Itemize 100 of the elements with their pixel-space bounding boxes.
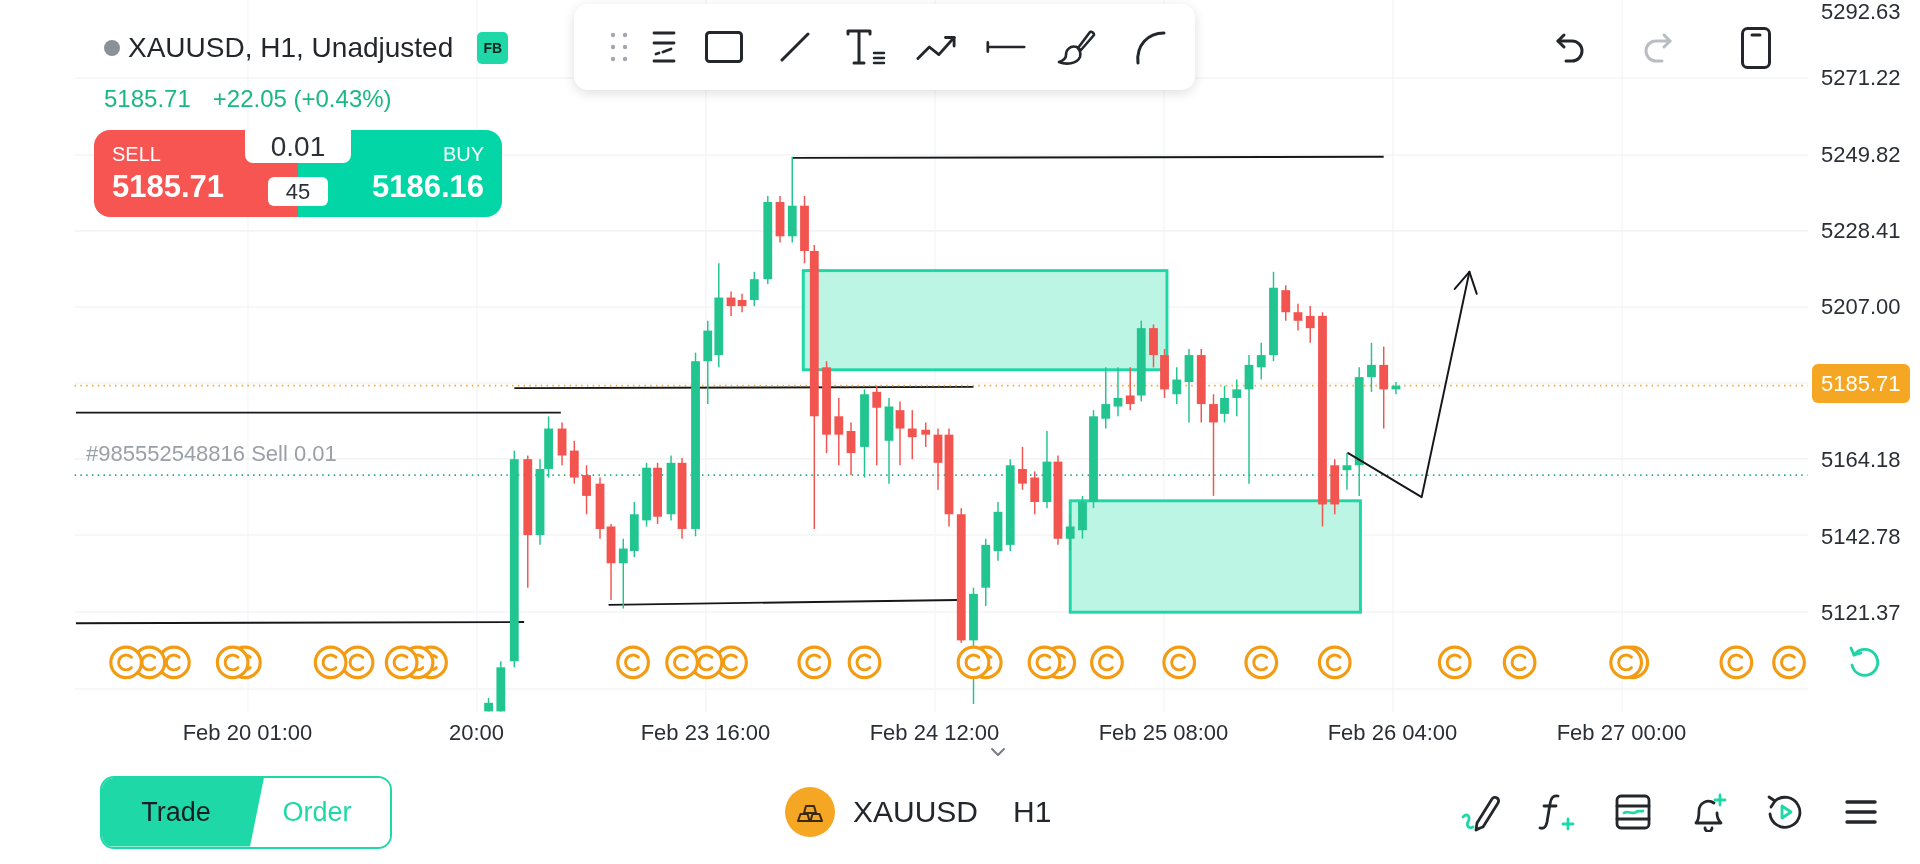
bearish-candle xyxy=(737,293,747,313)
rectangle-icon xyxy=(705,31,743,63)
bearish-candle xyxy=(1149,323,1158,369)
bearish-candle xyxy=(726,290,736,317)
circled-c-icon xyxy=(797,645,832,680)
bearish-candle xyxy=(834,397,844,466)
circled-c-icon xyxy=(1027,645,1062,680)
time-axis-label: 20:00 xyxy=(448,721,505,745)
bullish-candle xyxy=(1101,366,1111,430)
circular-arrow-icon xyxy=(1847,644,1881,679)
menu-icon xyxy=(1845,799,1877,825)
circled-c-icon xyxy=(384,645,419,680)
bullish-candle xyxy=(993,501,1003,562)
price-axis-label: 5142.78 xyxy=(1821,524,1901,549)
bullish-candle xyxy=(629,501,639,558)
bullish-candle xyxy=(642,462,651,528)
circled-c-icon xyxy=(847,645,882,680)
bearish-candle xyxy=(1330,458,1340,515)
circled-c-icon xyxy=(1090,645,1124,680)
price-axis-label: 5121.37 xyxy=(1821,600,1901,625)
bearish-candle xyxy=(1305,305,1315,344)
timeframe-label: H1 xyxy=(1013,794,1052,830)
symbol-title: XAUUSD, H1, Unadjusted xyxy=(128,31,454,65)
bearish-candle xyxy=(775,195,785,244)
price-axis-label: 5271.22 xyxy=(1821,66,1901,91)
bearish-candle xyxy=(1030,470,1040,515)
circled-c-icon xyxy=(1719,645,1754,680)
circled-c-icon xyxy=(1244,645,1279,680)
phone-icon xyxy=(1741,27,1771,69)
circled-c-icon xyxy=(1609,645,1644,680)
time-axis-label: Feb 23 16:00 xyxy=(640,721,771,745)
time-axis-label: Feb 26 04:00 xyxy=(1327,721,1458,745)
bullish-candle xyxy=(1172,366,1182,405)
bearish-candle xyxy=(653,462,662,525)
price-axis-label: 5292.63 xyxy=(1821,0,1901,24)
bullish-candle xyxy=(1367,342,1376,393)
bearish-candle xyxy=(1293,302,1303,332)
price-axis-label: 5207.00 xyxy=(1821,295,1901,320)
circled-c-icon xyxy=(616,645,650,680)
bearish-candle xyxy=(846,421,856,476)
text-icon xyxy=(846,29,886,65)
current-price-label: 5185.71 xyxy=(1812,364,1910,404)
bearish-candle xyxy=(569,440,579,485)
circled-c-icon xyxy=(1772,645,1806,680)
bullish-candle xyxy=(484,697,493,712)
price-axis-label: 5164.18 xyxy=(1821,448,1901,473)
horizontal-line-icon xyxy=(986,39,1026,55)
circled-c-icon xyxy=(109,645,143,680)
replay-icon xyxy=(1766,793,1804,831)
bullish-candle xyxy=(1078,495,1087,540)
bearish-candle xyxy=(895,400,905,466)
lines-icon xyxy=(652,31,676,63)
layout-icon xyxy=(1615,794,1651,830)
bullish-candle xyxy=(1391,381,1401,395)
bullish-candle xyxy=(666,454,676,522)
arc-icon xyxy=(1134,29,1166,65)
bullish-candle xyxy=(544,415,553,479)
circled-c-icon xyxy=(1437,645,1472,680)
circled-c-icon xyxy=(1502,645,1537,680)
bullish-candle xyxy=(1232,378,1242,418)
bullish-candle xyxy=(496,660,506,712)
time-axis-label: Feb 25 08:00 xyxy=(1098,721,1229,745)
bullish-candle xyxy=(1342,452,1352,491)
last-price: 5185.71 xyxy=(104,84,191,114)
price-change: +22.05 (+0.43%) xyxy=(212,84,392,114)
bullish-candle xyxy=(1113,366,1123,418)
bearish-candle xyxy=(1160,348,1169,399)
bearish-candle xyxy=(1018,446,1027,491)
circled-c-icon xyxy=(313,645,348,680)
bullish-candle xyxy=(618,538,628,610)
trend-arrow-icon xyxy=(916,33,956,61)
circled-c-icon xyxy=(665,645,699,680)
lot-size-field[interactable]: 0.01 xyxy=(245,130,351,163)
line-icon xyxy=(780,32,810,62)
bearish-candle xyxy=(907,409,917,460)
grip-dots-icon xyxy=(610,32,628,62)
bullish-candle xyxy=(1220,384,1229,424)
bullish-candle xyxy=(1256,342,1266,381)
circled-c-icon xyxy=(215,645,250,680)
redo-icon xyxy=(1643,32,1673,64)
function-icon xyxy=(1537,792,1577,832)
time-axis-label: Feb 27 00:00 xyxy=(1556,721,1687,745)
bullish-candle xyxy=(1065,513,1075,552)
ingot-stack-icon xyxy=(785,787,835,837)
price-axis-label: 5249.82 xyxy=(1821,142,1901,167)
bearish-candle xyxy=(595,476,605,540)
price-axis-label: 5228.41 xyxy=(1821,218,1901,243)
bearish-candle xyxy=(1125,366,1135,411)
time-axis-label: Feb 20 01:00 xyxy=(182,721,313,745)
mode-tab[interactable]: Trade xyxy=(102,777,264,847)
bullish-candle xyxy=(981,538,991,607)
time-axis-label: Feb 24 12:00 xyxy=(869,721,1000,745)
label-badge: FB xyxy=(477,32,509,64)
undo-icon xyxy=(1555,32,1585,64)
order-label: #985552548816 Sell 0.01 xyxy=(86,441,337,467)
circled-c-icon xyxy=(1317,645,1352,680)
bearish-candle xyxy=(1281,284,1291,322)
bearish-candle xyxy=(582,464,591,515)
chevron-down-icon[interactable] xyxy=(990,747,1006,757)
circled-c-icon xyxy=(1162,645,1197,680)
